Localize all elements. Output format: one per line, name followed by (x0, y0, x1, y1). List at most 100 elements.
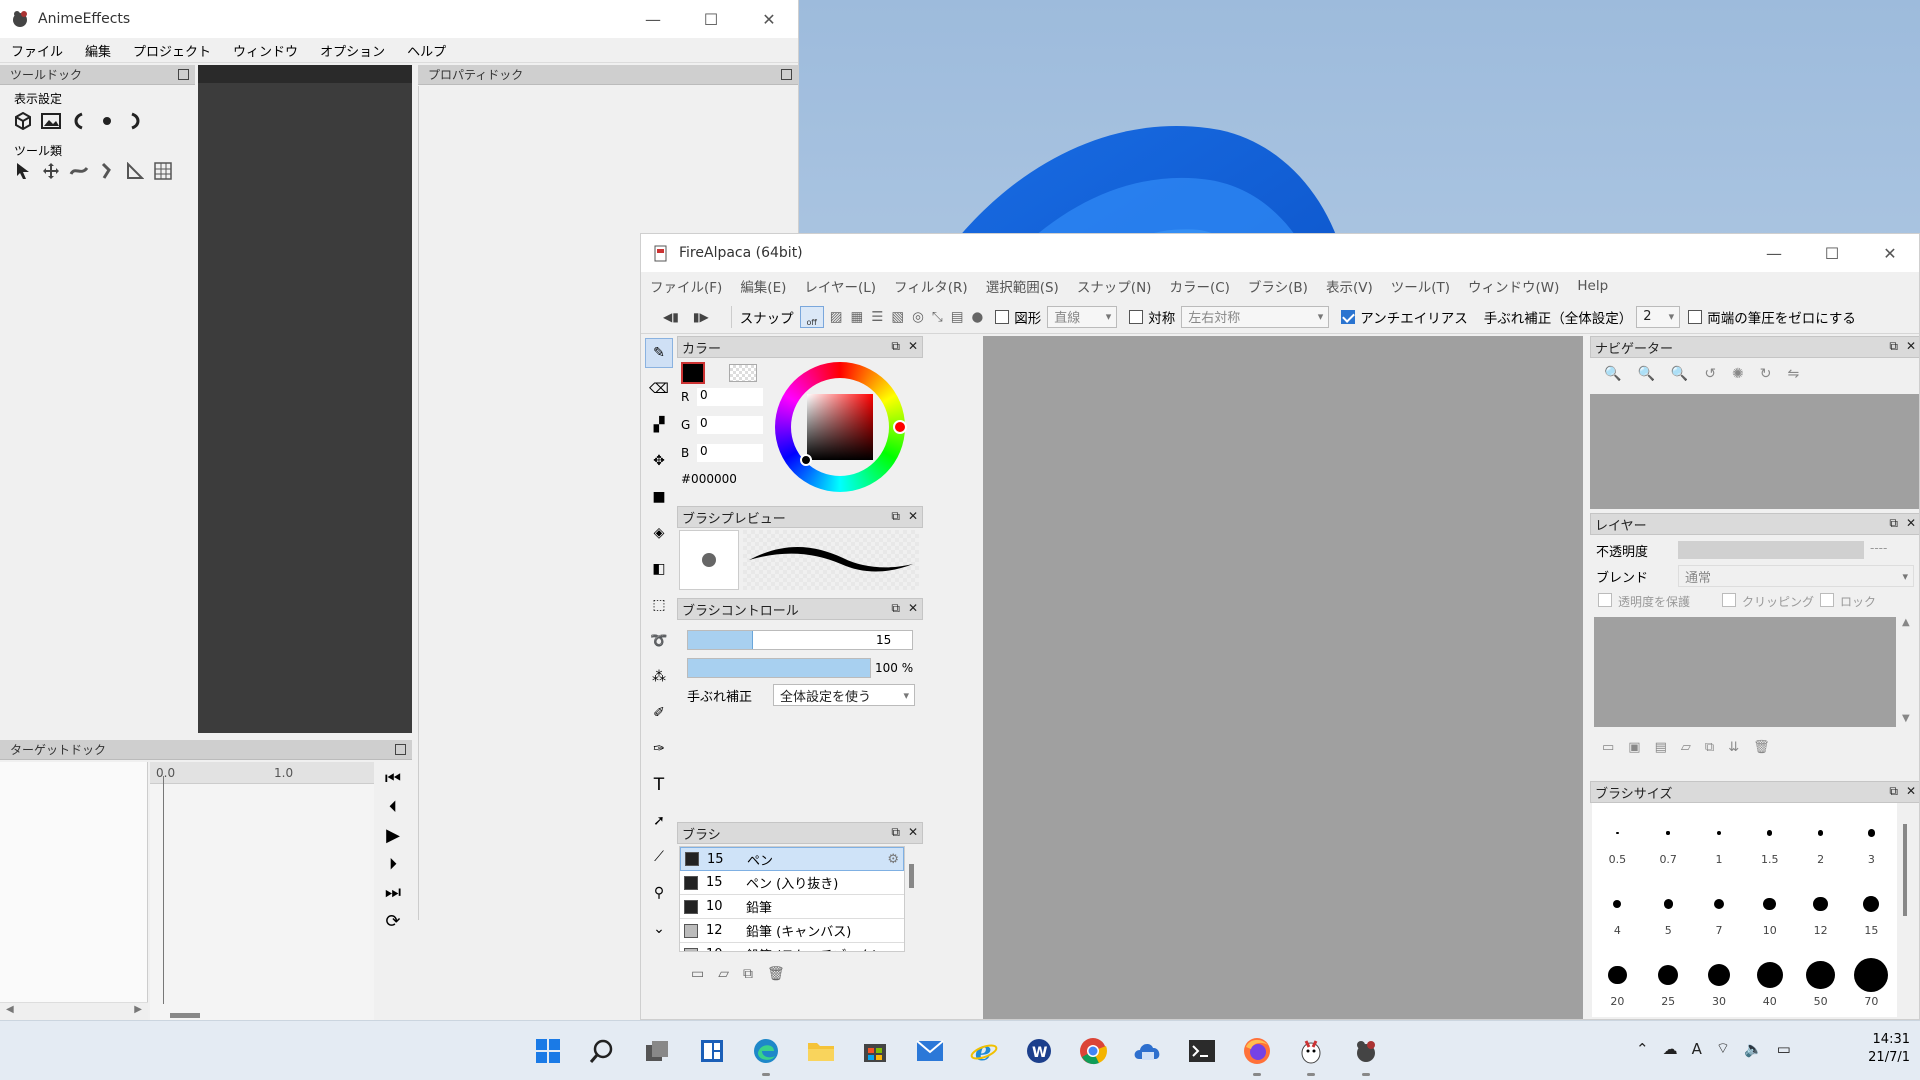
edge-icon[interactable] (746, 1031, 786, 1071)
loop-icon[interactable]: ⟳ (385, 911, 400, 932)
brush-size-cell[interactable]: 15 (1846, 874, 1897, 945)
brush-size-cell[interactable]: 0.5 (1592, 803, 1643, 874)
brush-stabilizer-select[interactable]: 全体設定を使う (773, 684, 915, 706)
menu-tool[interactable]: ツール(T) (1382, 276, 1459, 296)
bone-tool-icon[interactable] (68, 160, 90, 182)
brush-size-cell[interactable]: 20 (1592, 945, 1643, 1016)
task-view-icon[interactable] (637, 1031, 677, 1071)
r-input[interactable]: 0 (697, 388, 763, 406)
brush-settings-gear-icon[interactable]: ⚙ (887, 852, 899, 867)
stabilizer-select[interactable]: 2 (1636, 305, 1681, 328)
layer-scroll-down-icon[interactable]: ▼ (1902, 713, 1910, 724)
wifi-icon[interactable]: ⌔ (1716, 1039, 1730, 1058)
snap-point-icon[interactable]: ● (971, 309, 983, 325)
saturation-value-square[interactable] (807, 394, 873, 460)
menu-snap[interactable]: スナップ(N) (1068, 276, 1161, 296)
move-tool-icon[interactable]: ✥ (645, 446, 673, 476)
brush-list-item[interactable]: 15 ペン (入り抜き) (680, 871, 904, 895)
brush-folder-icon[interactable]: ▱ (718, 966, 729, 982)
snap-curve-icon[interactable]: ⤡ (932, 309, 943, 325)
brush-size-cell[interactable]: 40 (1744, 945, 1795, 1016)
image-icon[interactable] (40, 110, 62, 132)
sv-handle[interactable] (800, 454, 812, 466)
scroll-left-icon[interactable]: ◀ (6, 1004, 14, 1015)
menu-options[interactable]: オプション (309, 41, 396, 60)
curve-icon[interactable] (68, 110, 90, 132)
minimize-button[interactable]: — (1745, 234, 1803, 272)
ime-indicator[interactable]: A (1692, 1040, 1702, 1058)
brush-size-cell[interactable]: 70 (1846, 945, 1897, 1016)
fill-rect-tool-icon[interactable]: ■ (645, 482, 673, 512)
panel-close-icon[interactable]: ✕ (1906, 784, 1916, 799)
symmetry-select[interactable]: 左右対称 (1181, 305, 1330, 328)
menu-project[interactable]: プロジェクト (122, 41, 222, 60)
text-tool-icon[interactable]: T (645, 770, 673, 800)
eraser-tool-icon[interactable]: ⌫ (645, 374, 673, 404)
menu-help[interactable]: Help (1568, 278, 1617, 294)
snap-off-button[interactable]: off (799, 305, 824, 328)
dock-float-icon[interactable] (178, 69, 189, 80)
undo-icon[interactable]: ◀▮ (663, 310, 679, 324)
protect-alpha-checkbox[interactable] (1598, 593, 1612, 607)
object-tree[interactable]: ◀ ▶ (0, 762, 148, 1020)
layer-scroll-up-icon[interactable]: ▲ (1902, 617, 1910, 628)
timeline-scroll-thumb[interactable] (170, 1013, 200, 1018)
select-pen-tool-icon[interactable]: ✐ (645, 698, 673, 728)
dock-float-icon[interactable] (395, 744, 406, 755)
brush-size-cell[interactable]: 4 (1592, 874, 1643, 945)
new-8bit-layer-icon[interactable]: ▣ (1628, 740, 1640, 755)
timeline-ruler[interactable]: 0.0 1.0 (150, 762, 374, 784)
mail-icon[interactable] (910, 1031, 950, 1071)
blend-select[interactable]: 通常 (1678, 565, 1914, 587)
panel-close-icon[interactable]: ✕ (1906, 339, 1916, 354)
brush-size-scrollbar[interactable] (1903, 824, 1907, 916)
snap-parallel-icon[interactable]: ▨ (830, 309, 843, 325)
menu-edit[interactable]: 編集 (74, 41, 122, 60)
magic-wand-tool-icon[interactable]: ⁂ (645, 662, 673, 692)
symmetry-checkbox[interactable] (1129, 309, 1144, 324)
menu-edit[interactable]: 編集(E) (731, 276, 795, 296)
app-w-icon[interactable]: W (1019, 1031, 1059, 1071)
snap-lines-icon[interactable]: ☰ (871, 309, 883, 325)
volume-icon[interactable]: 🔈 (1744, 1040, 1763, 1058)
lasso-tool-icon[interactable]: ➰ (645, 626, 673, 656)
panel-float-icon[interactable]: ⧉ (891, 825, 900, 840)
panel-float-icon[interactable]: ⧉ (891, 339, 900, 354)
flip-icon[interactable]: ⇋ (1788, 366, 1800, 382)
eyedropper-tool-icon[interactable]: ⚲ (645, 878, 673, 908)
brush-size-cell[interactable]: 7 (1694, 874, 1745, 945)
cursor-tool-icon[interactable] (12, 160, 34, 182)
b-input[interactable]: 0 (697, 444, 763, 462)
mesh-tool-icon[interactable] (152, 160, 174, 182)
brush-size-cell[interactable]: 12 (1795, 874, 1846, 945)
cloud-app-icon[interactable] (1128, 1031, 1168, 1071)
rect-select-tool-icon[interactable]: ⬚ (645, 590, 673, 620)
prev-frame-icon[interactable]: ⏴ (389, 797, 397, 817)
panel-float-icon[interactable]: ⧉ (1889, 516, 1898, 531)
navigator-preview[interactable] (1590, 394, 1919, 509)
select-eraser-tool-icon[interactable]: ✑ (645, 734, 673, 764)
panel-close-icon[interactable]: ✕ (908, 339, 918, 354)
brush-list-item[interactable]: 10 鉛筆 (680, 895, 904, 919)
minimize-button[interactable]: — (624, 0, 682, 38)
chevron-up-icon[interactable]: ⌃ (1636, 1040, 1649, 1058)
duplicate-brush-icon[interactable]: ⧉ (743, 966, 753, 982)
menu-help[interactable]: ヘルプ (396, 41, 457, 60)
menu-layer[interactable]: レイヤー(L) (795, 276, 885, 296)
brush-size-cell[interactable]: 5 (1643, 874, 1694, 945)
menu-file[interactable]: ファイル(F) (641, 276, 731, 296)
transparent-color-swatch[interactable] (729, 364, 757, 382)
internet-explorer-icon[interactable]: e (964, 1031, 1004, 1071)
panel-float-icon[interactable]: ⧉ (891, 509, 900, 524)
snap-circle-icon[interactable]: ◎ (912, 309, 924, 325)
store-icon[interactable] (855, 1031, 895, 1071)
rotate-right-icon[interactable]: ↻ (1760, 366, 1772, 382)
zoom-fit-icon[interactable]: 🔍 (1671, 366, 1688, 382)
chrome-icon[interactable] (1073, 1031, 1113, 1071)
brush-size-cell[interactable]: 1 (1694, 803, 1745, 874)
zoom-out-icon[interactable]: 🔍 (1637, 366, 1654, 382)
brush-list-item[interactable]: 10鉛筆 (スケッチブック) (680, 943, 904, 951)
panel-float-icon[interactable]: ⧉ (891, 601, 900, 616)
close-button[interactable]: ✕ (1861, 234, 1919, 272)
brush-size-cell[interactable]: 2 (1795, 803, 1846, 874)
